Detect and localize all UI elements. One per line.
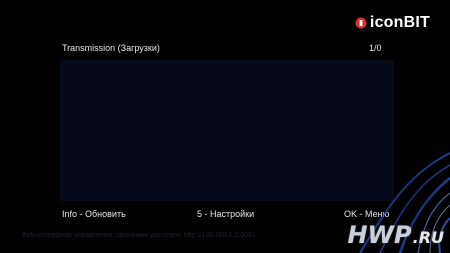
settings-action[interactable]: 5 - Настройки xyxy=(197,209,254,219)
watermark-logo: HWP .RU xyxy=(347,221,444,249)
web-interface-hint: Веб-интерфейс управления закачками досту… xyxy=(22,232,256,239)
watermark-main: HWP xyxy=(347,221,412,249)
downloads-list[interactable] xyxy=(60,60,394,201)
page-counter: 1/0 xyxy=(369,43,382,53)
iconbit-logo-icon xyxy=(355,17,367,29)
watermark-suffix: .RU xyxy=(412,228,444,247)
brand-name: iconBIT xyxy=(369,14,430,31)
menu-action[interactable]: OK - Меню xyxy=(344,209,389,219)
page-title: Transmission (Загрузки) xyxy=(62,43,160,53)
transmission-screen: iconBIT Transmission (Загрузки) 1/0 Info… xyxy=(0,0,450,253)
brand-logo: iconBIT xyxy=(355,13,430,33)
refresh-action[interactable]: Info - Обновить xyxy=(62,209,126,219)
